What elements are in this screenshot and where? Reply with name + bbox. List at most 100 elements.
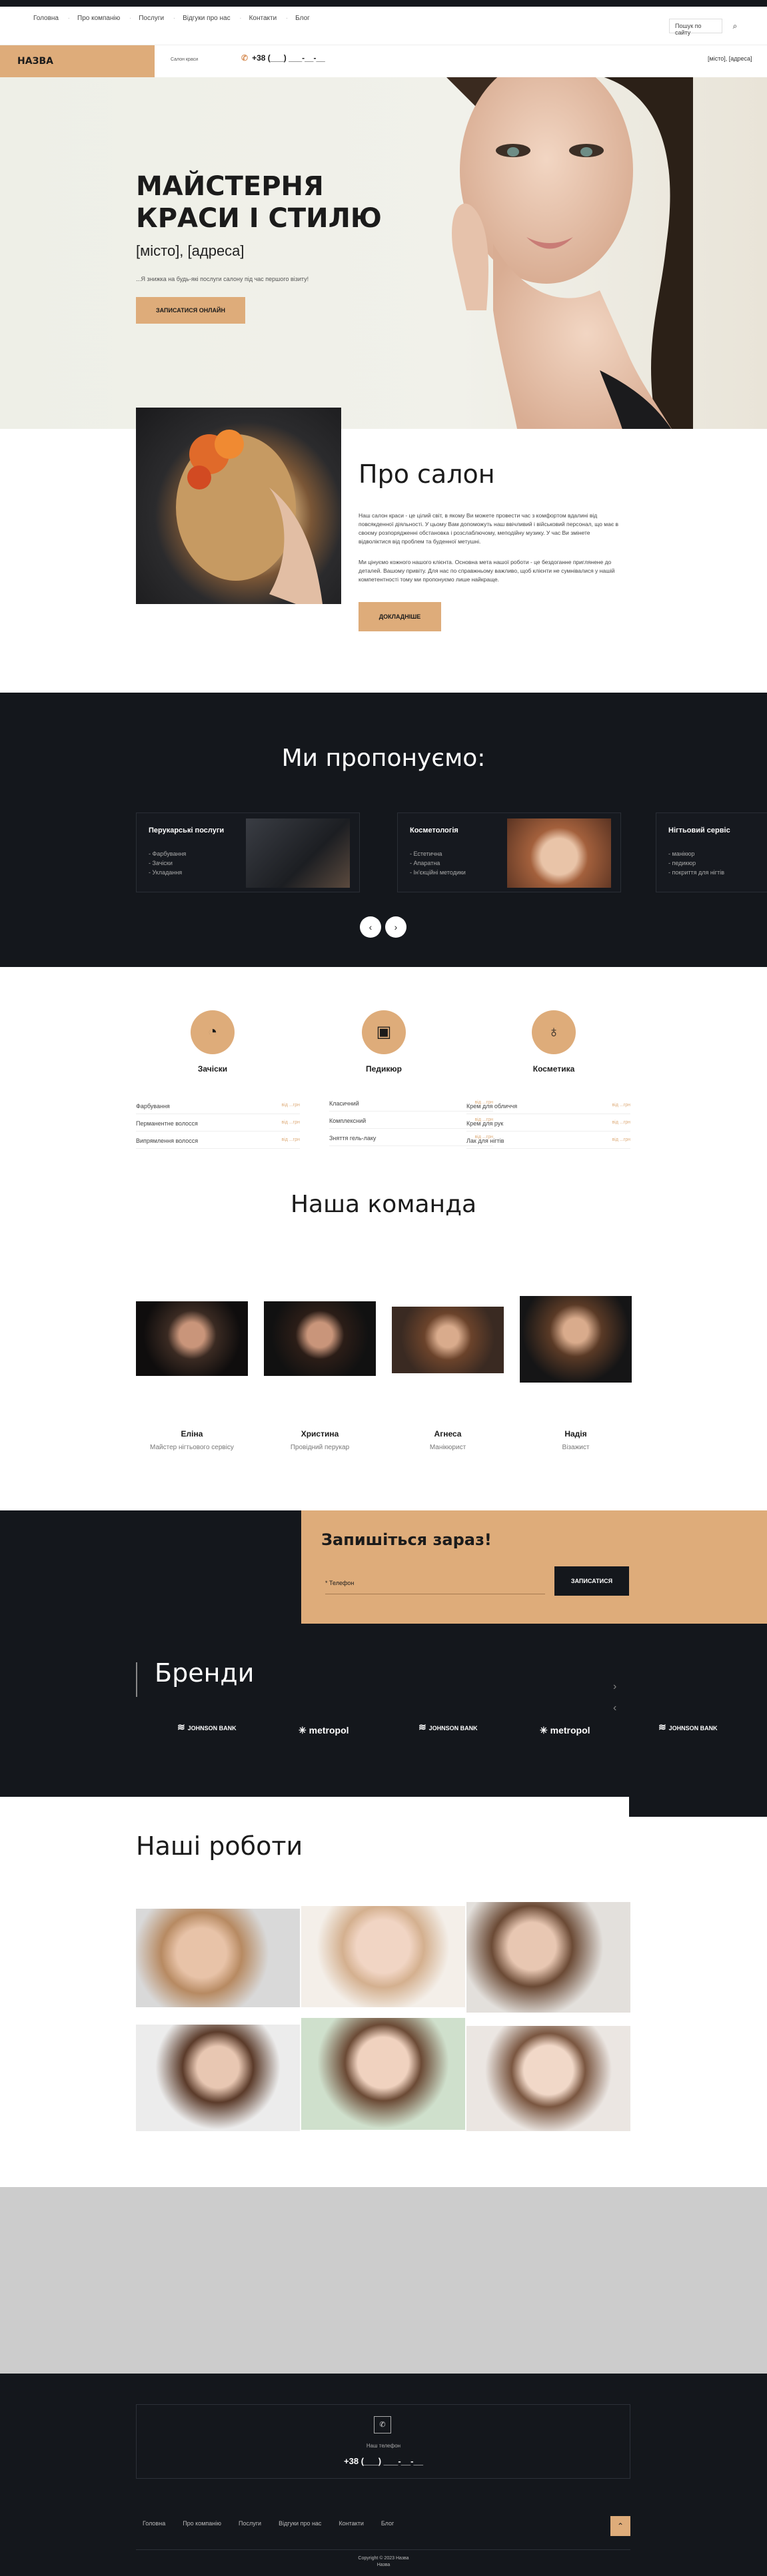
footer-divider bbox=[136, 2549, 630, 2550]
team-member-name: Надія bbox=[564, 1429, 587, 1439]
footer-phone-label: Наш телефон bbox=[366, 2443, 401, 2449]
signup-button[interactable]: ЗАПИСАТИСЯ bbox=[554, 1566, 629, 1596]
hero-model-image bbox=[446, 77, 693, 429]
brand-logo: ≋ JOHNSON BANK bbox=[418, 1722, 492, 1732]
header-phone[interactable]: ✆ +38 (___) ___-__-__ bbox=[241, 53, 325, 63]
footer-contact-box bbox=[136, 2404, 630, 2479]
price-value: від ...грн bbox=[281, 1103, 300, 1108]
price-value: від ...грн bbox=[612, 1137, 630, 1142]
brands-next-icon[interactable]: › bbox=[613, 1681, 616, 1693]
price-row: Випрямлення волосся від ...грн bbox=[136, 1137, 300, 1149]
about-paragraph-2: Ми цінуємо кожного нашого клієнта. Основ… bbox=[359, 559, 615, 583]
nav-link-services[interactable]: Послуги bbox=[129, 15, 175, 22]
offer-title: Ми пропонуємо: bbox=[281, 745, 486, 772]
offer-card-item: - педикюр bbox=[668, 860, 696, 866]
offer-card-cosmetology[interactable]: Косметологія - Естетична - Апаратна - Ін… bbox=[397, 812, 621, 892]
work-photo[interactable] bbox=[136, 1909, 300, 2007]
header-address: [місто], [адреса] bbox=[708, 55, 752, 62]
johnson-bank-icon: ≋ bbox=[658, 1722, 669, 1732]
team-photo bbox=[264, 1301, 376, 1376]
work-photo[interactable] bbox=[136, 2025, 300, 2131]
offer-card-item: - манікюр bbox=[668, 850, 695, 857]
brand-name: JOHNSON BANK bbox=[428, 1725, 478, 1732]
price-name: Зняття гель-лаку bbox=[329, 1135, 377, 1141]
offer-card-title: Нігтьовий сервіс bbox=[668, 826, 730, 834]
offer-card-image bbox=[246, 818, 350, 888]
works-title: Наші роботи bbox=[136, 1831, 303, 1861]
nav-link-home[interactable]: Головна bbox=[24, 15, 70, 22]
price-row: Лак для нігтів від ...грн bbox=[466, 1137, 630, 1149]
team-member-name: Еліна bbox=[181, 1429, 203, 1439]
price-name: Класичний bbox=[329, 1100, 359, 1107]
brand-logo: ≋ JOHNSON BANK bbox=[658, 1722, 732, 1732]
brand-name: JOHNSON BANK bbox=[668, 1725, 718, 1732]
price-row: Крем для обличчя від ...грн bbox=[466, 1103, 630, 1114]
work-photo[interactable] bbox=[466, 2026, 630, 2131]
team-title: Наша команда bbox=[290, 1191, 477, 1218]
team-member-role: Візажист bbox=[562, 1444, 590, 1451]
metropol-icon: ✳ bbox=[540, 1725, 550, 1736]
logo[interactable]: НАЗВА bbox=[0, 45, 155, 77]
work-photo[interactable] bbox=[466, 1902, 630, 2013]
footer-link-services[interactable]: Послуги bbox=[239, 2520, 261, 2527]
johnson-bank-icon: ≋ bbox=[418, 1722, 429, 1732]
work-photo[interactable] bbox=[301, 1906, 465, 2007]
footer-link-about[interactable]: Про компанію bbox=[183, 2520, 221, 2527]
offer-card-image bbox=[507, 818, 611, 888]
about-more-button[interactable]: ДОКЛАДНІШЕ bbox=[359, 602, 441, 631]
carousel-next-button[interactable]: › bbox=[385, 916, 406, 938]
search-icon[interactable]: ⌕ bbox=[728, 19, 742, 33]
price-name: Комплексний bbox=[329, 1118, 367, 1124]
offer-card-hair[interactable]: Перукарські послуги - Фарбування - Зачіс… bbox=[136, 812, 360, 892]
main-nav bbox=[0, 7, 767, 45]
brand-logo: ✳ metropol bbox=[540, 1725, 590, 1736]
price-row: Перманентне волосся від ...грн bbox=[136, 1120, 300, 1131]
map-placeholder bbox=[0, 2187, 767, 2374]
footer-link-home[interactable]: Головна bbox=[143, 2520, 165, 2527]
nav-link-reviews[interactable]: Відгуки про нас bbox=[173, 15, 241, 22]
price-value: від ...грн bbox=[612, 1103, 630, 1108]
work-photo[interactable] bbox=[301, 2018, 465, 2130]
signup-form: Запишіться зараз! * Телефон ЗАПИСАТИСЯ bbox=[301, 1510, 767, 1624]
service-title-pedicure: Педикюр bbox=[366, 1064, 402, 1074]
top-bar bbox=[0, 0, 767, 7]
tagline: Салон краси bbox=[171, 57, 199, 62]
brands-title: Бренди bbox=[155, 1658, 255, 1688]
search-input[interactable]: Пошук по сайту bbox=[669, 19, 722, 36]
footer-link-blog[interactable]: Блог bbox=[381, 2520, 394, 2527]
brands-prev-icon[interactable]: ‹ bbox=[613, 1702, 616, 1714]
carousel-prev-button[interactable]: ‹ bbox=[360, 916, 381, 938]
signup-title: Запишіться зараз! bbox=[321, 1530, 492, 1549]
phone-input[interactable]: * Телефон bbox=[325, 1568, 545, 1594]
offer-card-item: - Естетична bbox=[410, 850, 442, 857]
brand-name: JOHNSON BANK bbox=[187, 1725, 237, 1732]
brand-logo: ✳ metropol bbox=[299, 1725, 349, 1736]
offer-card-item: - Укладання bbox=[149, 869, 183, 876]
footer-link-reviews[interactable]: Відгуки про нас bbox=[279, 2520, 321, 2527]
offer-card-list: - Фарбування - Зачіски - Укладання bbox=[149, 849, 186, 877]
offer-section bbox=[0, 693, 767, 967]
price-value: від ...грн bbox=[612, 1120, 630, 1125]
offer-card-title: Косметологія bbox=[410, 826, 458, 834]
scroll-up-icon[interactable]: ⌃ bbox=[610, 2516, 630, 2536]
footer-phone[interactable]: +38 (___) ___-__-__ bbox=[0, 2456, 767, 2466]
price-name: Перманентне волосся bbox=[136, 1120, 198, 1127]
offer-card-nails[interactable]: Нігтьовий сервіс - манікюр - педикюр - п… bbox=[656, 812, 767, 892]
offer-card-item: - Ін'єкційні методики bbox=[410, 869, 466, 876]
nav-link-contacts[interactable]: Контакти bbox=[240, 15, 288, 22]
service-title-cosmetics: Косметика bbox=[532, 1064, 575, 1074]
footer-link-contacts[interactable]: Контакти bbox=[339, 2520, 363, 2527]
book-online-button[interactable]: ЗАПИСАТИСЯ ОНЛАЙН bbox=[136, 297, 245, 324]
price-name: Лак для нігтів bbox=[466, 1137, 504, 1144]
copyright-name: Назва bbox=[377, 2563, 390, 2567]
nav-link-about[interactable]: Про компанію bbox=[68, 15, 131, 22]
team-photo bbox=[136, 1301, 248, 1376]
phone-icon: ✆ bbox=[374, 2416, 391, 2433]
offer-card-list: - манікюр - педикюр - покриття для нігті… bbox=[668, 849, 724, 877]
hair-icon: ◔ bbox=[191, 1010, 235, 1054]
price-name: Крем для рук bbox=[466, 1120, 504, 1127]
offer-card-list: - Естетична - Апаратна - Ін'єкційні мето… bbox=[410, 849, 466, 877]
about-title: Про салон bbox=[359, 460, 495, 489]
nav-link-blog[interactable]: Блог bbox=[286, 15, 319, 22]
cosmetics-icon: ♁ bbox=[532, 1010, 576, 1054]
